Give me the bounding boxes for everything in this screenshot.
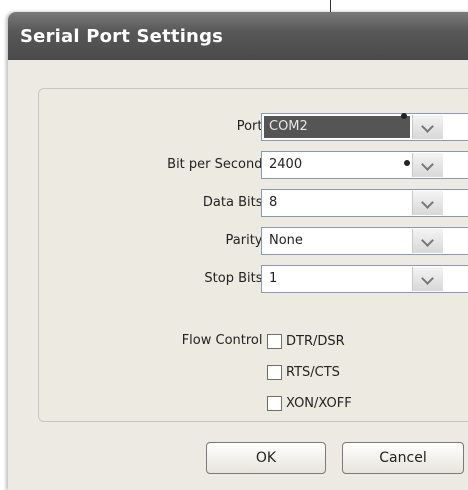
rts-cts-checkbox[interactable] xyxy=(267,364,282,380)
ok-button[interactable]: OK xyxy=(206,442,326,474)
xon-xoff-checkbox[interactable] xyxy=(267,395,282,411)
chevron-down-icon[interactable] xyxy=(412,267,443,291)
baud-value: 2400 xyxy=(269,157,303,172)
chevron-down-icon[interactable] xyxy=(412,229,443,253)
baud-select[interactable]: 2400 xyxy=(261,151,468,179)
parity-select[interactable]: None xyxy=(261,227,468,255)
port-value: COM2 xyxy=(264,116,410,138)
stop-bits-select[interactable]: 1 xyxy=(261,265,468,293)
chevron-down-icon[interactable] xyxy=(412,153,443,177)
flow-control-label: Flow Control : xyxy=(181,333,271,348)
port-select[interactable]: COM2 xyxy=(261,113,468,141)
dialog-title: Serial Port Settings xyxy=(20,25,224,47)
settings-panel: Port : COM2 Bit per Second : 2400 Data B… xyxy=(38,88,468,422)
chevron-down-icon[interactable] xyxy=(412,115,443,139)
callout-dot-baud xyxy=(404,160,410,166)
dtr-dsr-checkbox[interactable] xyxy=(267,333,282,349)
rts-cts-label: RTS/CTS xyxy=(286,364,340,380)
callout-dot-port xyxy=(401,113,407,119)
dtr-dsr-label: DTR/DSR xyxy=(286,333,345,349)
data-bits-value: 8 xyxy=(269,195,278,210)
xon-xoff-label: XON/XOFF xyxy=(286,395,352,411)
title-bar[interactable]: Serial Port Settings xyxy=(8,12,468,60)
cancel-button[interactable]: Cancel xyxy=(342,442,464,474)
stop-bits-row: Stop Bits : 1 xyxy=(39,265,468,297)
serial-port-settings-dialog: Serial Port Settings Port : COM2 Bit per… xyxy=(8,12,468,490)
rts-cts-option[interactable]: RTS/CTS xyxy=(267,362,340,382)
parity-row: Parity : None xyxy=(39,227,468,259)
data-bits-row: Data Bits : 8 xyxy=(39,189,468,221)
baud-row: Bit per Second : 2400 xyxy=(39,151,468,183)
stop-bits-value: 1 xyxy=(269,271,278,286)
xon-xoff-option[interactable]: XON/XOFF xyxy=(267,393,352,413)
dtr-dsr-option[interactable]: DTR/DSR xyxy=(267,331,345,351)
data-bits-select[interactable]: 8 xyxy=(261,189,468,217)
baud-label: Bit per Second : xyxy=(167,157,271,172)
chevron-down-icon[interactable] xyxy=(412,191,443,215)
parity-value: None xyxy=(269,233,303,248)
